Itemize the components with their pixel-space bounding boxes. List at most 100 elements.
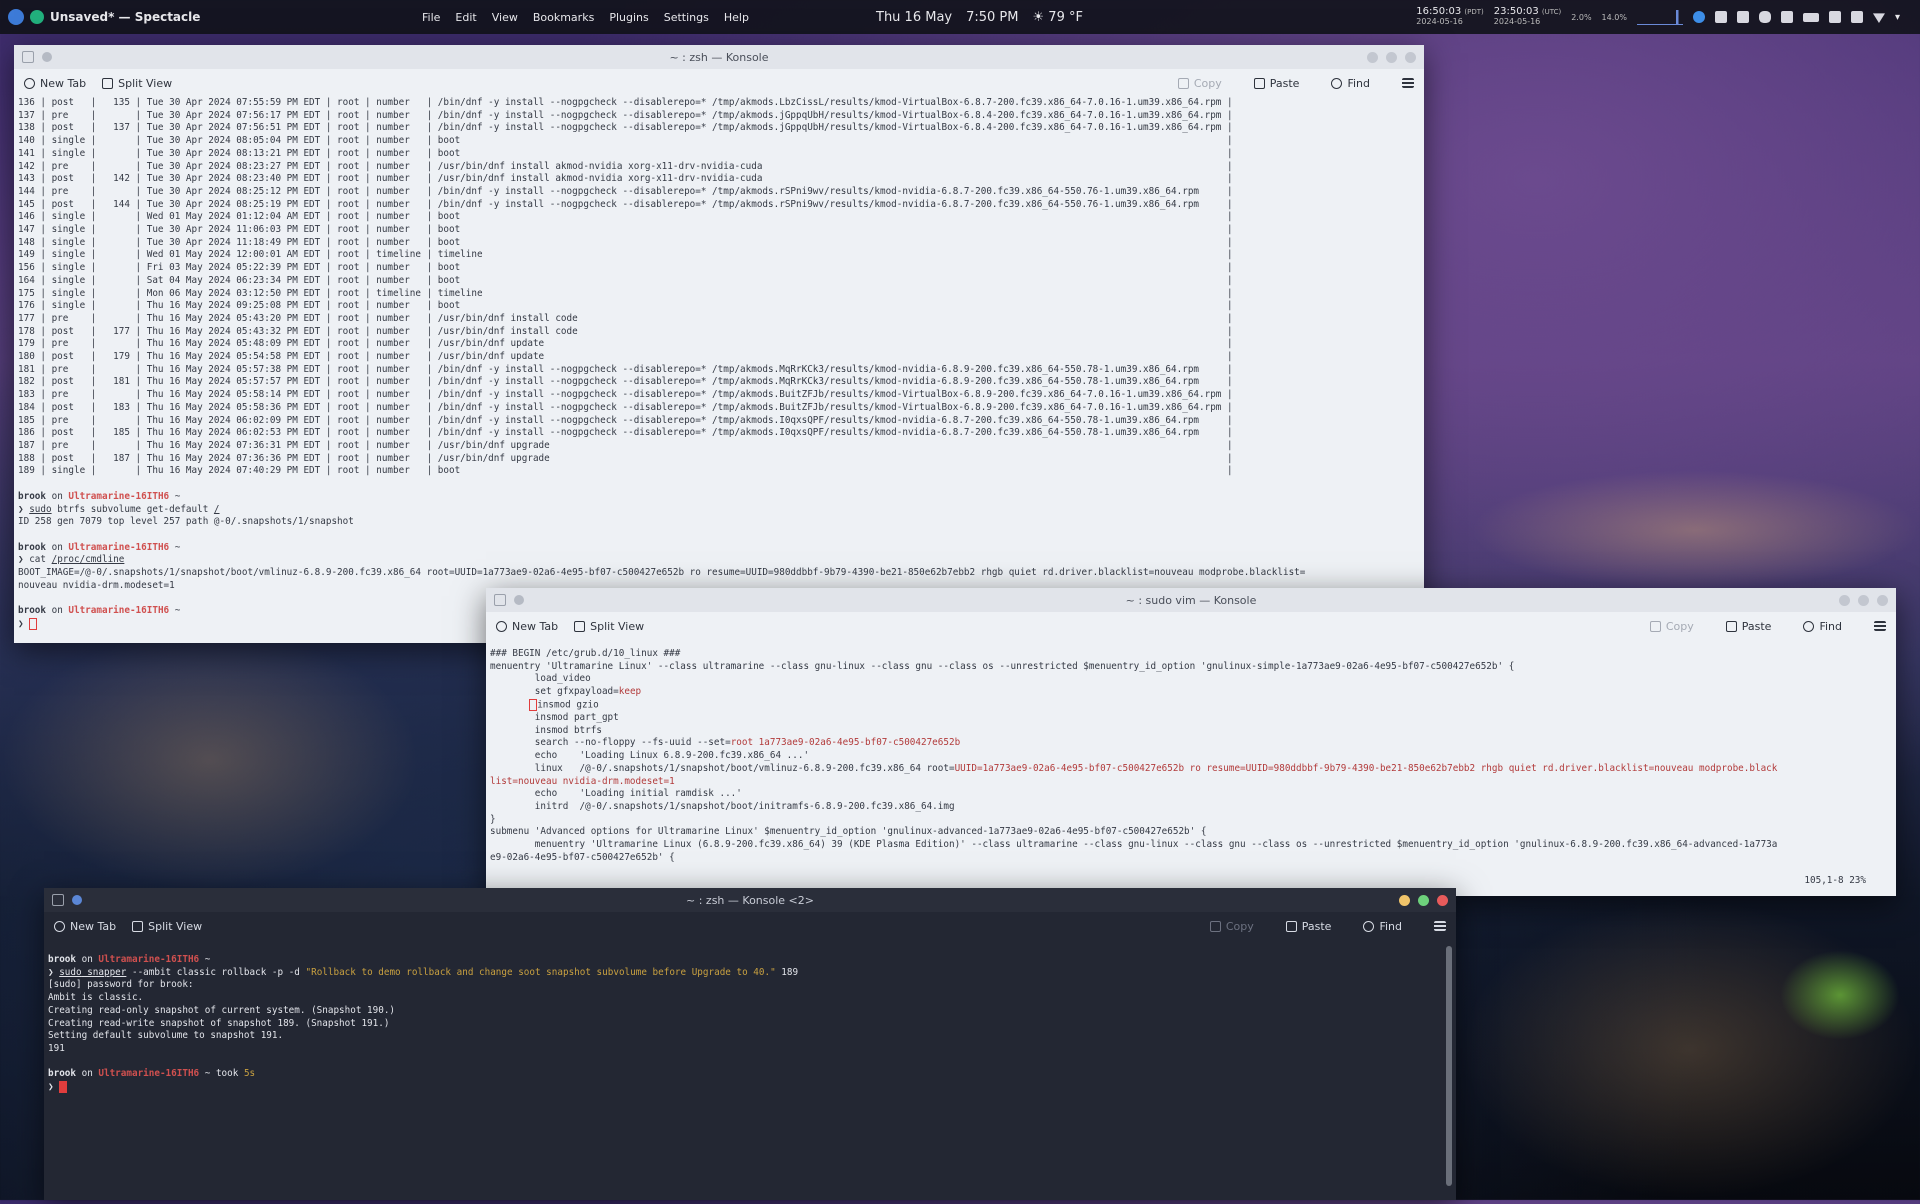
terminal-icon[interactable]	[1714, 11, 1727, 23]
titlebar[interactable]: ~ : zsh — Konsole <2>	[44, 888, 1456, 912]
vim-line: menuentry 'Ultramarine Linux' --class ul…	[490, 660, 1515, 672]
vim-value: keep	[618, 686, 642, 698]
vim-line: echo 'Loading Linux 6.8.9-200.fc39.x86_6…	[490, 750, 810, 762]
world-clock-2-time: 23:50:03	[1493, 6, 1539, 17]
vim-line: initrd /@-0/.snapshots/1/snapshot/boot/i…	[490, 800, 955, 812]
battery-icon[interactable]	[1802, 12, 1819, 22]
weather-icon: ☀	[1032, 9, 1045, 25]
prompt-on: on	[46, 605, 69, 617]
prompt-on: on	[46, 541, 69, 553]
pin-icon[interactable]	[72, 895, 82, 905]
display-icon[interactable]	[1828, 11, 1841, 23]
kde-connect-icon[interactable]	[1692, 11, 1705, 23]
terminal-output[interactable]: brook on Ultramarine-16ITH6 ~ ❯ sudo snap…	[44, 940, 1456, 1204]
weather[interactable]: ☀ 79 °F	[1033, 10, 1083, 25]
minimize-button[interactable]	[1399, 894, 1410, 906]
hamburger-menu-icon[interactable]	[1434, 921, 1446, 931]
launcher-icon[interactable]	[8, 9, 24, 25]
scrollbar[interactable]	[1446, 946, 1452, 1186]
find-button[interactable]: Find	[1363, 920, 1402, 933]
find-label: Find	[1347, 76, 1370, 90]
close-button[interactable]	[1877, 594, 1888, 606]
minimize-button[interactable]	[1839, 594, 1850, 606]
active-app[interactable]: Unsaved* — Spectacle	[8, 9, 200, 25]
menu-bookmarks[interactable]: Bookmarks	[533, 11, 594, 24]
close-button[interactable]	[1437, 894, 1448, 906]
maximize-button[interactable]	[1858, 594, 1869, 606]
spectacle-icon	[30, 10, 44, 24]
paste-button[interactable]: Paste	[1725, 620, 1771, 633]
prompt-host: Ultramarine-16ITH6	[98, 954, 200, 965]
snapper-row: 137 | pre | | Tue 30 Apr 2024 07:56:17 P…	[18, 109, 1233, 121]
tray-expand-icon[interactable]: ▾	[1895, 12, 1900, 23]
cmd-sudo: sudo	[59, 966, 82, 978]
maximize-button[interactable]	[1418, 894, 1429, 906]
vim-line: menuentry 'Ultramarine Linux (6.8.9-200.…	[490, 839, 1778, 851]
menu-settings[interactable]: Settings	[664, 11, 709, 24]
prompt-on: on	[46, 490, 69, 502]
copy-button[interactable]: Copy	[1209, 920, 1254, 933]
vim-buffer[interactable]: ### BEGIN /etc/grub.d/10_linux ### menuen…	[486, 640, 1896, 888]
wifi-icon[interactable]	[1872, 13, 1885, 23]
find-button[interactable]: Find	[1331, 77, 1370, 90]
paste-icon	[1725, 620, 1737, 632]
maximize-button[interactable]	[1386, 51, 1397, 63]
clock[interactable]: Thu 16 May 7:50 PM ☀ 79 °F	[876, 10, 1083, 25]
toolbar: New Tab Split View Copy Paste Find	[44, 912, 1456, 940]
search-icon	[1331, 77, 1343, 89]
split-view-button[interactable]: Split View	[132, 920, 202, 933]
split-view-button[interactable]: Split View	[574, 620, 644, 633]
copy-label: Copy	[1665, 619, 1694, 633]
cmd-text: cat	[23, 554, 52, 566]
pin-icon[interactable]	[42, 52, 52, 62]
network-graph[interactable]	[1636, 9, 1683, 25]
output-line: Creating read-write snapshot of snapshot…	[48, 1017, 390, 1029]
copy-button[interactable]: Copy	[1649, 619, 1694, 633]
split-view-button[interactable]: Split View	[102, 77, 172, 90]
menu-file[interactable]: File	[422, 11, 440, 24]
snapper-row: 188 | post | 187 | Thu 16 May 2024 07:36…	[18, 452, 1233, 464]
cmd-sudo: sudo	[29, 503, 52, 515]
world-clock-2[interactable]: 23:50:03 (UTC) 2024-05-16	[1494, 7, 1561, 27]
copy-label: Copy	[1193, 76, 1222, 90]
cpu-usage[interactable]: 2.0%	[1571, 13, 1591, 22]
menu-help[interactable]: Help	[724, 11, 749, 24]
snapper-table: 136 | post | 135 | Tue 30 Apr 2024 07:55…	[18, 97, 1420, 478]
titlebar[interactable]: ~ : sudo vim — Konsole	[486, 588, 1896, 612]
prompt-dir: ~	[199, 954, 211, 965]
vault-icon[interactable]	[1850, 11, 1863, 23]
konsole-window-2: ~ : sudo vim — Konsole New Tab Split Vie…	[486, 588, 1896, 896]
copy-button[interactable]: Copy	[1177, 76, 1222, 90]
snapper-row: 148 | single | | Tue 30 Apr 2024 11:18:4…	[18, 236, 1233, 248]
paste-button[interactable]: Paste	[1253, 77, 1299, 90]
bluetooth-icon[interactable]	[1758, 11, 1771, 23]
find-button[interactable]: Find	[1803, 620, 1842, 633]
menu-plugins[interactable]: Plugins	[609, 11, 648, 24]
prompt-took: took	[210, 1068, 244, 1080]
paste-button[interactable]: Paste	[1285, 920, 1331, 933]
mem-usage[interactable]: 14.0%	[1602, 13, 1627, 22]
titlebar[interactable]: ~ : zsh — Konsole	[14, 45, 1424, 69]
clipboard-icon[interactable]	[1736, 11, 1749, 23]
hamburger-menu-icon[interactable]	[1874, 621, 1886, 631]
new-tab-button[interactable]: New Tab	[496, 620, 558, 633]
konsole-window-1: ~ : zsh — Konsole New Tab Split View Cop…	[14, 45, 1424, 643]
split-view-label: Split View	[148, 919, 203, 933]
close-button[interactable]	[1405, 51, 1416, 63]
new-tab-button[interactable]: New Tab	[54, 920, 116, 933]
prompt-dir: ~	[169, 541, 181, 553]
terminal-output[interactable]: 136 | post | 135 | Tue 30 Apr 2024 07:55…	[14, 97, 1424, 642]
konsole-window-3: ~ : zsh — Konsole <2> New Tab Split View…	[44, 888, 1456, 1200]
konsole-icon	[52, 894, 64, 906]
menu-edit[interactable]: Edit	[455, 11, 476, 24]
pin-icon[interactable]	[514, 595, 524, 605]
toolbar: New Tab Split View Copy Paste Find	[486, 612, 1896, 640]
vim-line: list=nouveau nvidia-drm.modeset=1	[490, 775, 675, 787]
volume-icon[interactable]	[1780, 11, 1793, 23]
hamburger-menu-icon[interactable]	[1402, 78, 1414, 88]
output-line: 191	[48, 1042, 65, 1054]
new-tab-button[interactable]: New Tab	[24, 77, 86, 90]
menu-view[interactable]: View	[492, 11, 518, 24]
world-clock-1[interactable]: 16:50:03 (PDT) 2024-05-16	[1416, 7, 1483, 27]
minimize-button[interactable]	[1367, 51, 1378, 63]
